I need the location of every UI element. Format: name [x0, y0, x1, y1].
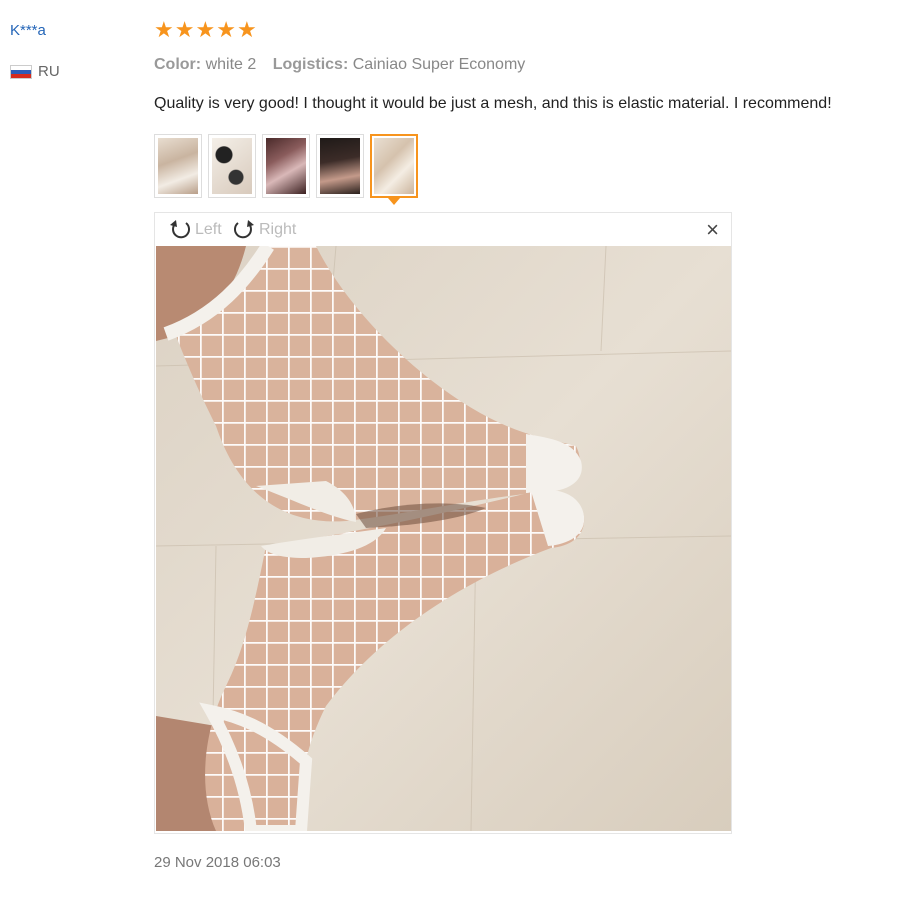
star-icon: ★: [236, 17, 257, 42]
photo-thumbnail[interactable]: [154, 134, 202, 198]
rotate-left-label: Left: [195, 221, 222, 238]
rotate-right-button[interactable]: Right: [231, 217, 296, 243]
photo-thumbnail[interactable]: [208, 134, 256, 198]
photo-thumbnail[interactable]: [316, 134, 364, 198]
russia-flag-icon: [10, 64, 32, 79]
photo-thumbnail-active[interactable]: [370, 134, 418, 205]
order-attributes: Color: white 2 Logistics: Cainiao Super …: [154, 56, 525, 74]
reviewer-name: K***a: [10, 22, 46, 39]
review-photo: [156, 246, 731, 831]
photo-thumbnails: [154, 134, 418, 205]
active-indicator-caret: [388, 198, 400, 205]
viewer-toolbar: Left Right ×: [155, 213, 731, 246]
star-icon: ★: [195, 17, 216, 42]
logistics-label: Logistics:: [272, 56, 349, 73]
close-viewer-button[interactable]: ×: [706, 219, 719, 241]
star-icon: ★: [154, 17, 174, 42]
star-icon: ★: [216, 17, 236, 42]
photo-thumbnail[interactable]: [262, 134, 310, 198]
rotate-left-icon: [170, 220, 191, 239]
review-text: Quality is very good! I thought it would…: [154, 95, 832, 112]
color-value: white 2: [205, 56, 257, 73]
color-label: Color:: [154, 56, 202, 73]
rotate-right-icon: [233, 220, 254, 239]
logistics-value: Cainiao Super Economy: [352, 56, 526, 73]
review-date: 29 Nov 2018 06:03: [154, 854, 281, 871]
rotate-left-button[interactable]: Left: [167, 217, 222, 243]
star-icon: ★: [174, 17, 195, 42]
country-code: RU: [38, 63, 60, 80]
photo-viewer: Left Right ×: [154, 212, 732, 834]
rotate-right-label: Right: [259, 221, 297, 238]
star-rating: ★ ★ ★ ★ ★: [154, 19, 257, 41]
review-photo-image: [156, 246, 731, 831]
reviewer-country: RU: [10, 63, 60, 80]
